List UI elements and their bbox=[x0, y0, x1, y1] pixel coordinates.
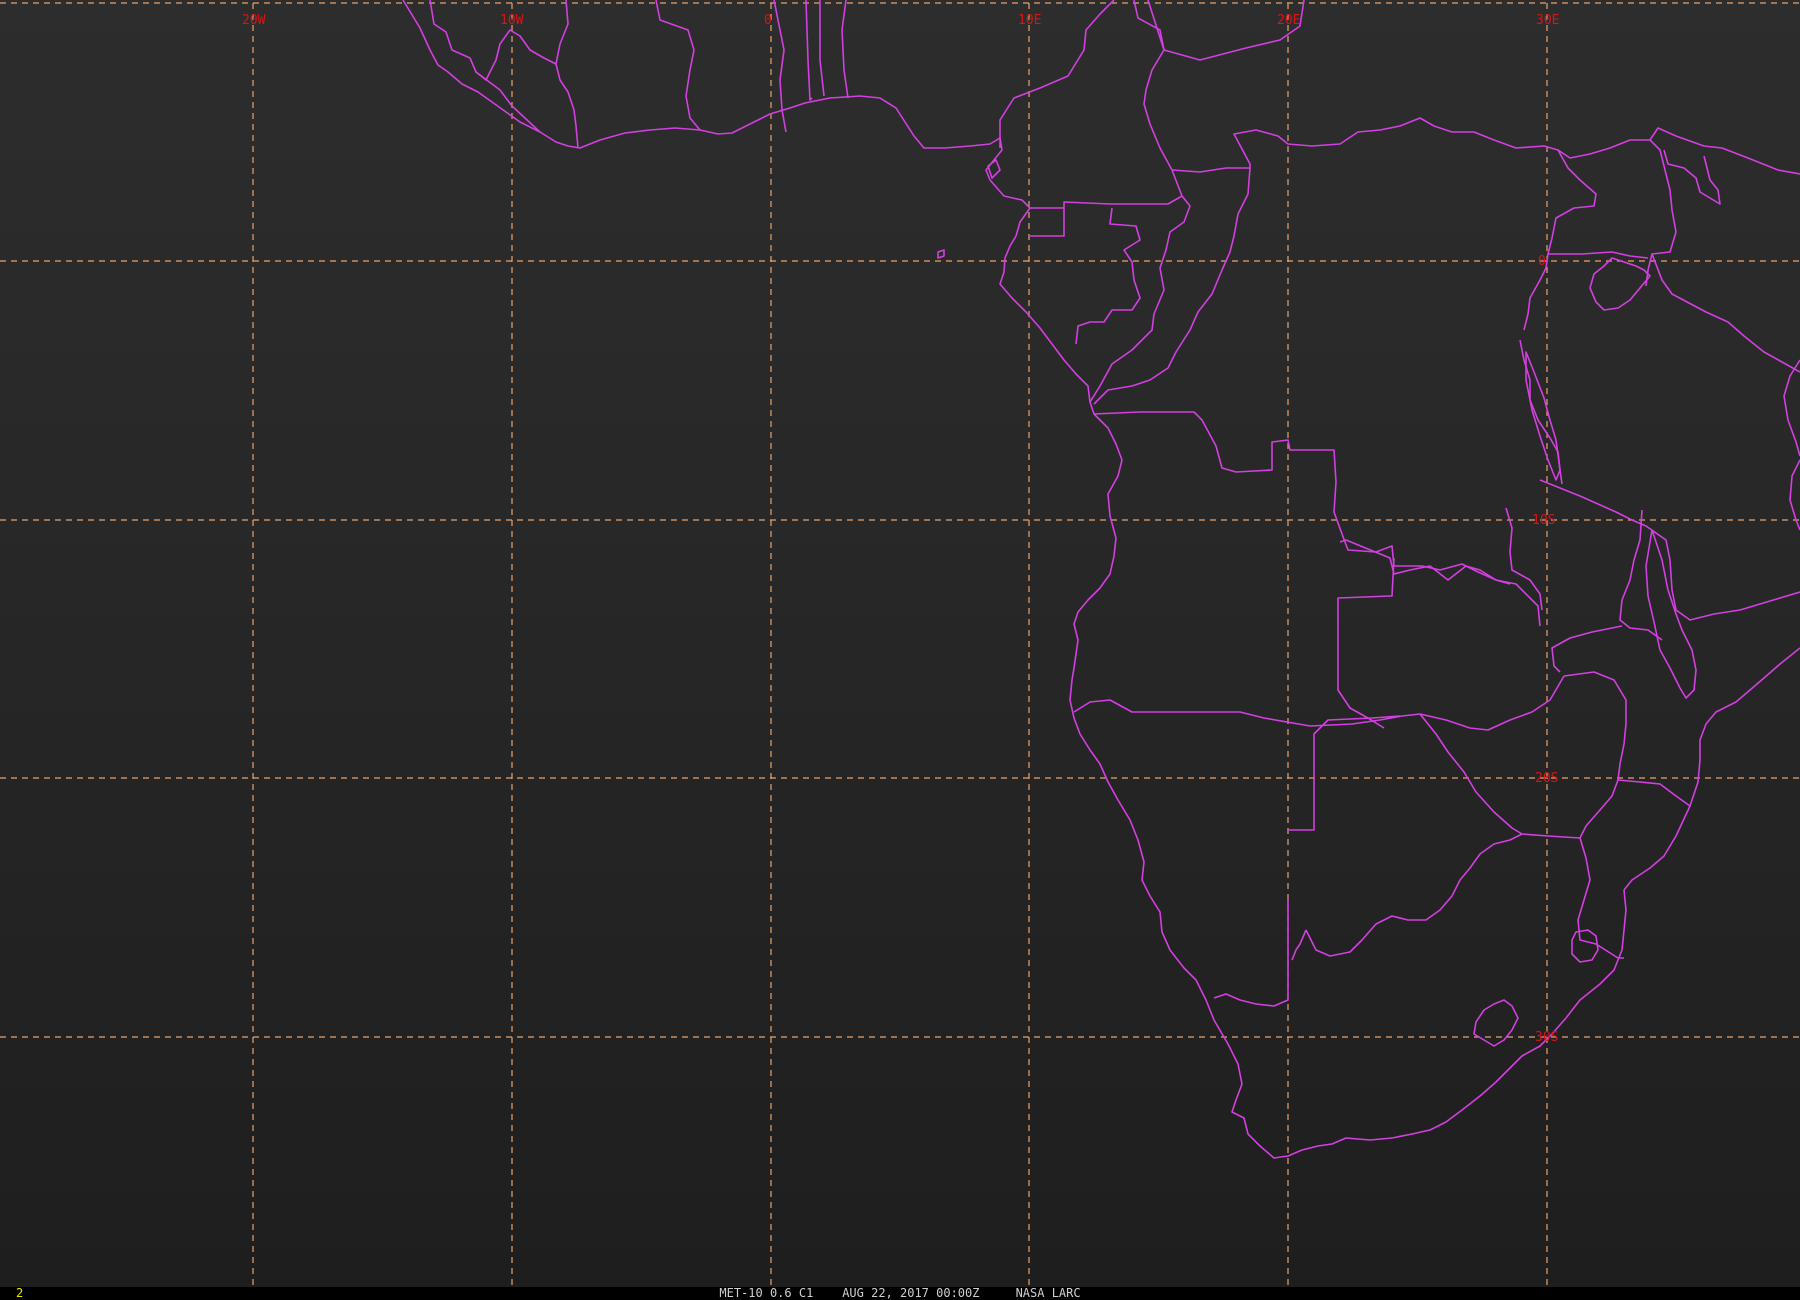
status-bar: 2 MET-10 0.6 C1 AUG 22, 2017 00:00Z NASA… bbox=[0, 1287, 1800, 1300]
country-border bbox=[1649, 127, 1800, 175]
country-border bbox=[1419, 713, 1581, 839]
country-border bbox=[1089, 0, 1191, 403]
island-outline bbox=[937, 249, 945, 259]
country-border bbox=[1147, 0, 1305, 61]
country-border bbox=[1337, 557, 1395, 729]
madagascar-coastline bbox=[1783, 359, 1800, 457]
country-border bbox=[1288, 715, 1401, 831]
country-border bbox=[555, 63, 579, 149]
atlantic-coastline bbox=[989, 179, 1627, 1159]
country-border bbox=[1213, 900, 1289, 1007]
country-border bbox=[841, 0, 849, 99]
lake-tanganyika-outline bbox=[1525, 351, 1561, 481]
country-border bbox=[1030, 208, 1065, 237]
country-border bbox=[1577, 837, 1624, 959]
eswatini-outline bbox=[1571, 929, 1599, 963]
country-border bbox=[1075, 207, 1141, 345]
indian-ocean-coastline bbox=[1623, 647, 1800, 891]
country-border bbox=[1563, 671, 1627, 839]
country-border bbox=[1619, 509, 1663, 641]
satellite-image-viewer[interactable]: 20W 10W 0 10E 20E 30E 0 10S 20S 30S 2 ME… bbox=[0, 0, 1800, 1300]
lake-malawi-outline bbox=[1645, 529, 1697, 699]
country-border bbox=[1663, 149, 1721, 205]
country-border bbox=[1305, 833, 1523, 957]
country-border bbox=[999, 0, 1115, 148]
west-africa-coastline bbox=[402, 0, 1003, 181]
lesotho-outline bbox=[1473, 999, 1519, 1047]
country-border bbox=[1651, 253, 1800, 373]
country-border bbox=[1617, 779, 1691, 807]
country-border bbox=[655, 0, 701, 131]
country-border bbox=[1030, 195, 1183, 209]
country-border bbox=[805, 0, 813, 101]
country-border bbox=[1523, 149, 1597, 331]
country-border bbox=[1093, 411, 1541, 627]
image-caption: MET-10 0.6 C1 AUG 22, 2017 00:00Z NASA L… bbox=[719, 1286, 1081, 1300]
country-border bbox=[1539, 479, 1800, 621]
country-border bbox=[429, 0, 569, 81]
lake-victoria-outline bbox=[1589, 257, 1651, 311]
map-canvas[interactable] bbox=[0, 0, 1800, 1287]
country-border bbox=[1073, 675, 1565, 731]
island-outline bbox=[987, 159, 1001, 179]
country-border bbox=[1291, 929, 1307, 961]
country-border bbox=[819, 0, 825, 97]
country-border bbox=[475, 71, 541, 133]
country-border bbox=[1551, 625, 1623, 673]
country-border bbox=[1339, 539, 1511, 585]
country-border bbox=[1548, 251, 1649, 259]
country-border bbox=[1505, 507, 1543, 611]
